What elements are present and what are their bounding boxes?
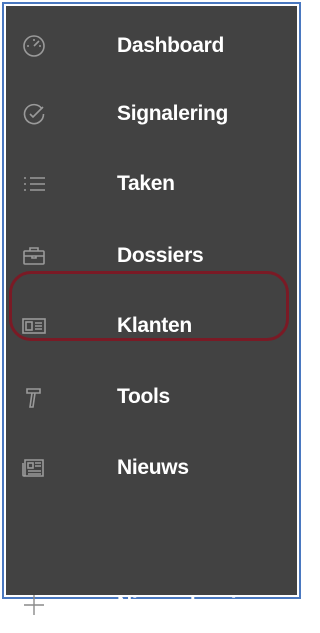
- sidebar-nav: Dashboard Signalering Taken Dossiers Kla…: [6, 6, 297, 616]
- signal-check-icon: [20, 100, 48, 128]
- sidebar-item-label: Signalering: [117, 102, 229, 125]
- sidebar-item-taken[interactable]: Taken: [6, 156, 297, 212]
- sidebar-item-nieuw-dossier[interactable]: Nieuw dossier: [6, 577, 297, 633]
- sidebar-item-klanten[interactable]: Klanten: [6, 298, 297, 354]
- client-card-icon: [20, 312, 48, 340]
- sidebar-item-tools[interactable]: Tools: [6, 369, 297, 425]
- sidebar-item-label: Dossiers: [117, 244, 204, 267]
- sidebar-item-signalering[interactable]: Signalering: [6, 86, 297, 142]
- sidebar-item-dossiers[interactable]: Dossiers: [6, 228, 297, 284]
- sidebar-item-nieuws[interactable]: Nieuws: [6, 440, 297, 496]
- plus-icon: [20, 591, 48, 619]
- task-list-icon: [20, 170, 48, 198]
- sidebar-item-dashboard[interactable]: Dashboard: [6, 18, 297, 74]
- hammer-icon: [20, 383, 48, 411]
- briefcase-icon: [20, 242, 48, 270]
- sidebar-item-label: Nieuws: [117, 456, 189, 479]
- sidebar-item-label: Nieuw dossier: [117, 593, 256, 616]
- sidebar-item-label: Taken: [117, 172, 175, 195]
- sidebar-item-label: Tools: [117, 385, 170, 408]
- dashboard-gauge-icon: [20, 32, 48, 60]
- sidebar-item-label: Klanten: [117, 314, 192, 337]
- newspaper-icon: [20, 454, 48, 482]
- sidebar-item-label: Dashboard: [117, 34, 224, 57]
